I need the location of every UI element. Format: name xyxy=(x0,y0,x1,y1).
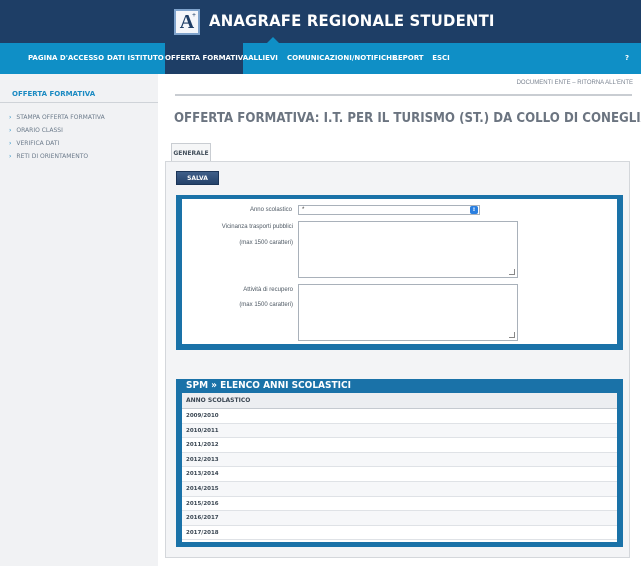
chevron-right-icon: › xyxy=(9,153,12,160)
sidebar-item-verifica[interactable]: › VERIFICA DATI xyxy=(9,140,59,147)
logo-sup: + xyxy=(192,11,196,19)
sidebar-item-reti[interactable]: › RETI DI ORIENTAMENTO xyxy=(9,153,88,160)
sidebar-item-stampa[interactable]: › STAMPA OFFERTA FORMATIVA xyxy=(9,114,105,121)
nav-comunicazioni[interactable]: COMUNICAZIONI/NOTIFICHE xyxy=(287,43,397,74)
sidebar-divider xyxy=(0,102,158,103)
main-nav: PAGINA D'ACCESSO DATI ISTITUTO OFFERTA F… xyxy=(0,43,641,74)
nav-offerta-formativa[interactable]: OFFERTA FORMATIVA xyxy=(165,43,248,74)
anni-scolastici-table: ANNO SCOLASTICO 2009/2010 2010/2011 2011/2… xyxy=(182,393,617,542)
main-divider xyxy=(175,94,632,96)
save-button[interactable]: SALVA xyxy=(176,171,219,185)
anno-label: Anno scolastico xyxy=(249,207,292,213)
resize-grip-icon[interactable] xyxy=(509,332,515,338)
help-button[interactable]: ? xyxy=(620,43,634,74)
resize-grip-icon[interactable] xyxy=(509,269,515,275)
chevron-right-icon: › xyxy=(9,127,12,134)
sidebar-item-label: VERIFICA DATI xyxy=(16,140,60,147)
attivita-hint: (max 1500 caratteri) xyxy=(239,302,293,308)
chevron-right-icon: › xyxy=(9,140,12,147)
table-row[interactable]: 2015/2016 xyxy=(182,497,617,512)
nav-pagina-accesso[interactable]: PAGINA D'ACCESSO xyxy=(25,43,107,74)
table-row[interactable]: 2012/2013 xyxy=(182,452,617,468)
nav-report[interactable]: REPORT xyxy=(392,43,424,74)
nav-esci[interactable]: ESCI xyxy=(430,43,452,74)
nav-caret-icon xyxy=(267,37,279,43)
sidebar-item-label: RETI DI ORIENTAMENTO xyxy=(16,153,89,160)
table-row[interactable]: 2016/2017 xyxy=(182,511,617,526)
app-logo: A + xyxy=(174,9,200,35)
table-row[interactable]: 2011/2012 xyxy=(182,438,617,453)
sidebar-item-label: ORARIO CLASSI xyxy=(16,127,63,134)
documenti-ente-link[interactable]: DOCUMENTI ENTE xyxy=(517,80,571,86)
sidebar-item-orario[interactable]: › ORARIO CLASSI xyxy=(9,127,63,134)
sidebar-title: OFFERTA FORMATIVA xyxy=(12,90,96,98)
vicinanza-textarea[interactable] xyxy=(298,221,518,278)
table-row[interactable]: 2013/2014 xyxy=(182,467,617,482)
nav-dati-istituto[interactable]: DATI ISTITUTO xyxy=(107,43,164,74)
app-title: ANAGRAFE REGIONALE STUDENTI xyxy=(209,11,495,30)
list-title: SPM » ELENCO ANNI SCOLASTICI xyxy=(186,380,351,391)
vicinanza-label: Vicinanza trasporti pubblici xyxy=(221,224,293,230)
table-row[interactable]: 2017/2018 xyxy=(182,526,617,541)
chevron-right-icon: › xyxy=(9,114,12,121)
anno-scolastico-select[interactable]: * ⇕ xyxy=(298,205,480,215)
nav-allievi[interactable]: ALLIEVI xyxy=(246,43,280,74)
top-header: A + ANAGRAFE REGIONALE STUDENTI xyxy=(0,0,641,43)
table-row[interactable]: 2010/2011 xyxy=(182,423,617,439)
top-links: DOCUMENTI ENTE – RITORNA ALL'ENTE xyxy=(517,80,633,86)
table-row[interactable]: 2009/2010 xyxy=(182,409,617,424)
page-title: OFFERTA FORMATIVA: I.T. PER IL TURISMO (… xyxy=(174,111,641,126)
ritorna-ente-link[interactable]: RITORNA ALL'ENTE xyxy=(577,80,633,86)
tab-generale[interactable]: GENERALE xyxy=(171,143,211,161)
vicinanza-hint: (max 1500 caratteri) xyxy=(239,240,293,246)
table-row[interactable]: 2014/2015 xyxy=(182,482,617,497)
select-arrows-icon: ⇕ xyxy=(470,206,478,214)
sidebar-item-label: STAMPA OFFERTA FORMATIVA xyxy=(16,114,105,121)
anno-select-value: * xyxy=(302,207,305,213)
sidebar xyxy=(0,74,158,566)
table-header[interactable]: ANNO SCOLASTICO xyxy=(182,393,617,409)
attivita-label: Attività di recupero xyxy=(243,287,293,293)
attivita-textarea[interactable] xyxy=(298,284,518,341)
